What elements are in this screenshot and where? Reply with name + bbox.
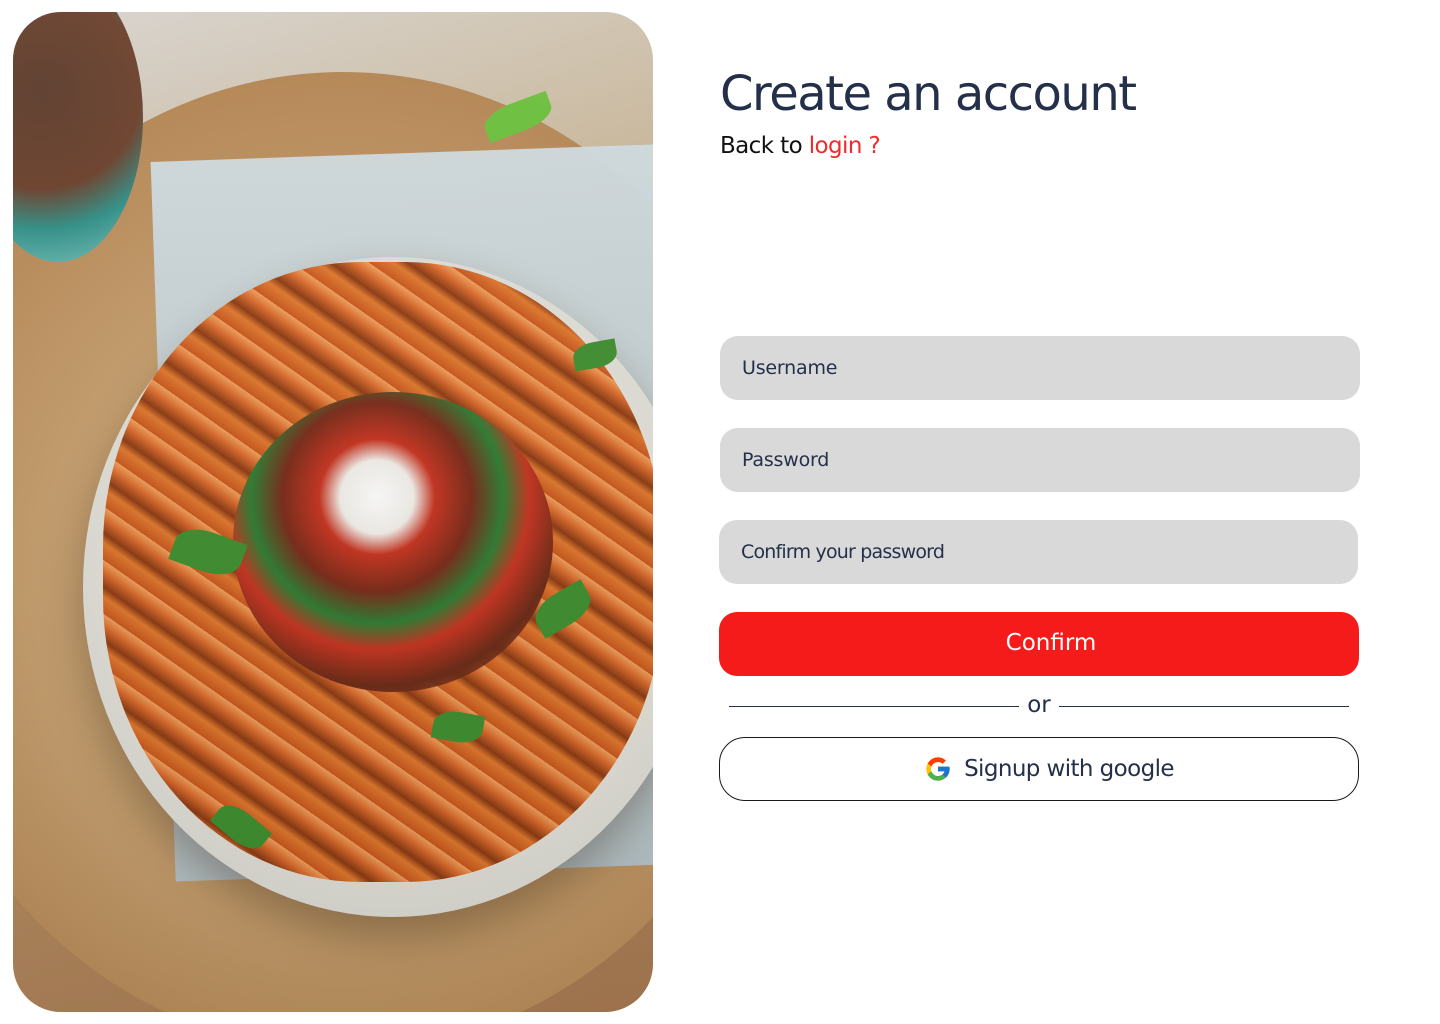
back-to-label: Back to [720, 133, 803, 159]
confirm-password-field[interactable] [719, 520, 1358, 584]
google-icon [924, 755, 952, 783]
login-link[interactable]: login ? [809, 133, 881, 159]
divider-line-right [1058, 705, 1349, 707]
username-field[interactable] [720, 336, 1360, 400]
google-signup-button[interactable]: Signup with google [719, 737, 1359, 801]
password-field[interactable] [720, 428, 1360, 492]
page-title: Create an account [720, 66, 1137, 122]
divider-label: or [1027, 691, 1051, 718]
photo-shade [13, 12, 653, 1012]
username-input[interactable] [742, 357, 1338, 379]
divider-line-left [729, 705, 1020, 707]
password-input[interactable] [742, 449, 1338, 471]
confirm-button[interactable]: Confirm [719, 612, 1359, 676]
google-signup-label: Signup with google [964, 756, 1174, 782]
back-to-login: Back to login ? [720, 133, 881, 159]
signup-page: Create an account Back to login ? Confir… [0, 0, 1440, 1024]
food-photo [13, 12, 653, 1012]
confirm-password-input[interactable] [741, 541, 1336, 563]
or-divider: or [729, 690, 1349, 722]
